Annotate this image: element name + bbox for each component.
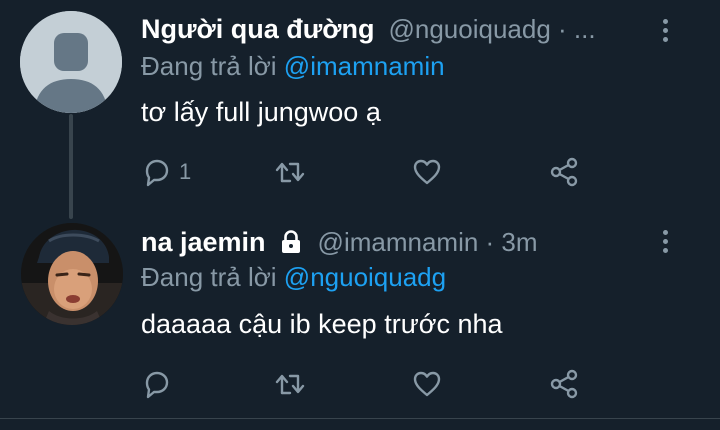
- heart-icon: [413, 159, 441, 185]
- tweet-header: na jaemin @imamnamin · 3m: [141, 222, 538, 262]
- tweet-text: daaaaa cậu ib keep trước nha: [141, 309, 503, 339]
- like-button[interactable]: [411, 364, 443, 404]
- user-photo-avatar[interactable]: [21, 223, 123, 325]
- thread-connector-line: [69, 114, 73, 219]
- reply-button[interactable]: 1: [141, 152, 191, 192]
- reply-count: 1: [179, 159, 192, 184]
- reply-icon: [145, 159, 169, 187]
- handle-timestamp[interactable]: @nguoiquadg · ...: [388, 14, 595, 45]
- retweet-icon: [275, 162, 305, 183]
- default-avatar-icon[interactable]: [20, 11, 122, 113]
- share-icon: [550, 157, 578, 187]
- replying-to-line: Đang trả lời @nguoiquadg: [141, 262, 446, 293]
- more-options-icon[interactable]: [659, 19, 671, 45]
- more-options-icon[interactable]: [659, 230, 671, 256]
- retweet-button[interactable]: [273, 152, 307, 192]
- replying-prefix: Đang trả lời: [141, 51, 277, 81]
- display-name[interactable]: Người qua đường: [141, 14, 374, 45]
- share-button[interactable]: [548, 152, 580, 192]
- reply-icon: [145, 371, 169, 399]
- tweet-actions: 1: [141, 152, 601, 192]
- heart-icon: [413, 371, 441, 397]
- replying-to-line: Đang trả lời @imamnamin: [141, 51, 445, 82]
- like-button[interactable]: [411, 152, 443, 192]
- tweet-header: Người qua đường @nguoiquadg · ...: [141, 9, 596, 49]
- lock-icon: [281, 230, 300, 253]
- divider: [0, 418, 720, 419]
- display-name[interactable]: na jaemin: [141, 227, 266, 258]
- handle-timestamp[interactable]: @imamnamin · 3m: [318, 227, 538, 258]
- retweet-icon: [275, 374, 305, 395]
- mention-link[interactable]: @nguoiquadg: [284, 262, 446, 292]
- mention-link[interactable]: @imamnamin: [284, 51, 445, 81]
- reply-button[interactable]: [141, 364, 173, 404]
- share-icon: [550, 369, 578, 399]
- tweet-actions: [141, 364, 601, 404]
- share-button[interactable]: [548, 364, 580, 404]
- replying-prefix: Đang trả lời: [141, 262, 277, 292]
- tweet-text: tơ lấy full jungwoo ạ: [141, 97, 381, 127]
- tweet-thread: Người qua đường @nguoiquadg · ... Đang t…: [0, 0, 720, 430]
- retweet-button[interactable]: [273, 364, 307, 404]
